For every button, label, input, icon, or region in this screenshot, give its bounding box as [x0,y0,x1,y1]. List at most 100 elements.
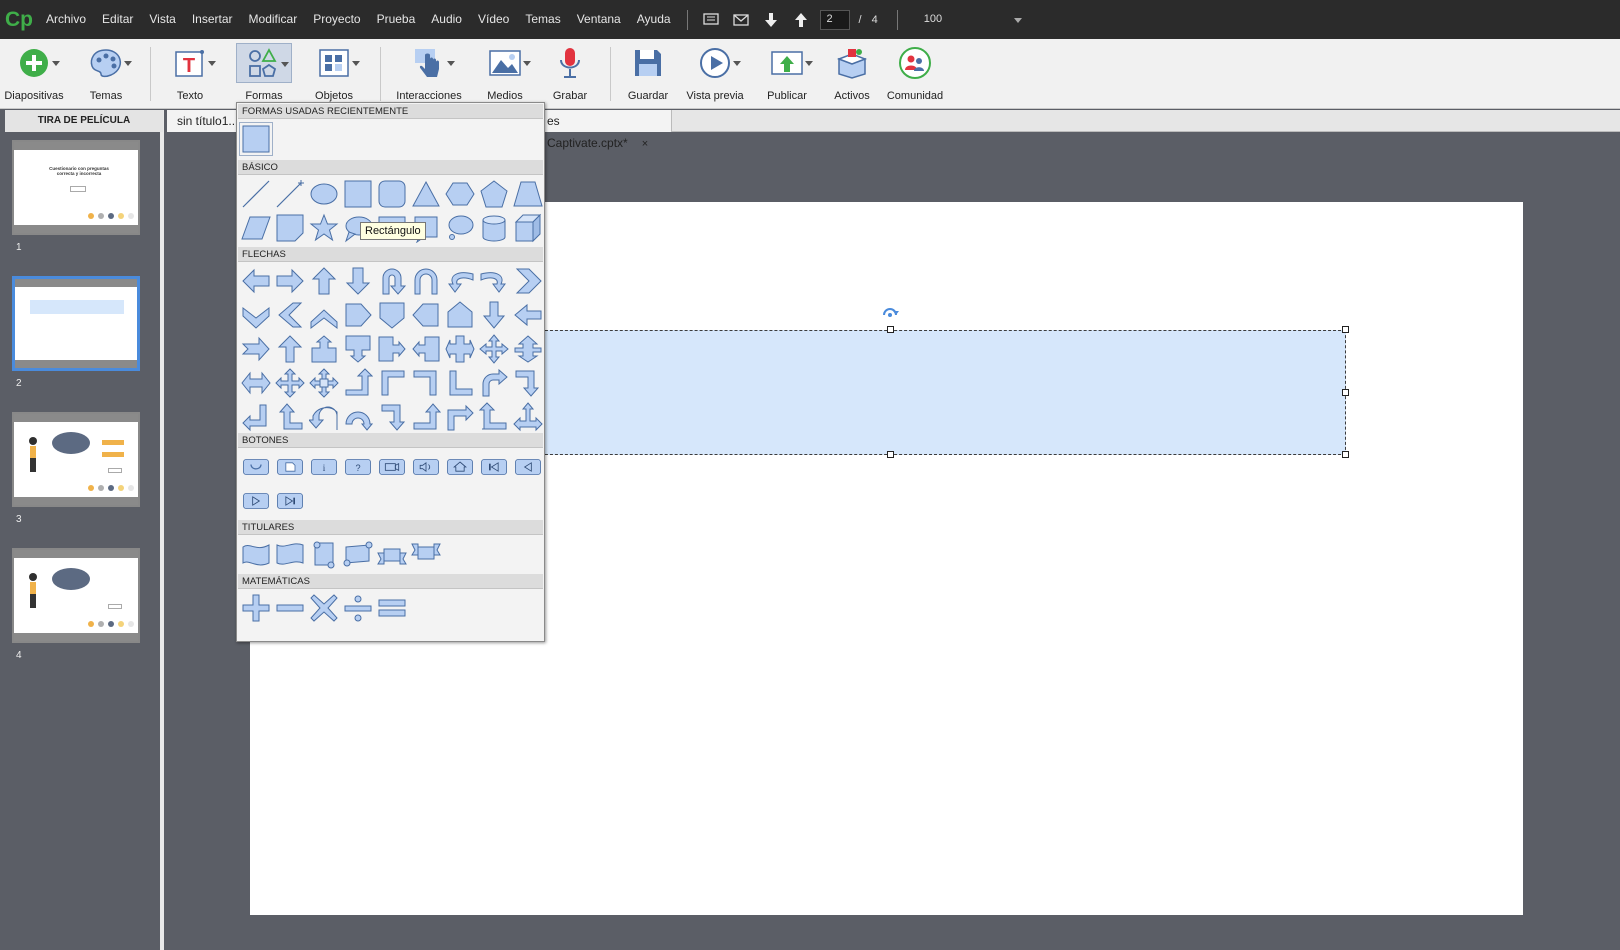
shape-rectangle[interactable] [341,177,375,211]
shape-rounded-rectangle[interactable] [375,177,409,211]
shape-arrow-u-left-icon[interactable] [307,400,341,434]
shape-cube[interactable] [511,211,545,245]
shape-banner-horizontal-scroll-icon[interactable] [341,537,375,571]
shape-button-help-icon[interactable]: ? [341,450,375,484]
shape-button-back-icon[interactable] [511,450,545,484]
menu-ayuda[interactable]: Ayuda [629,0,679,39]
shape-arrow-u-turn-down-icon[interactable] [409,264,443,298]
activos-button[interactable]: Activos [824,39,880,109]
shape-ellipse[interactable] [307,177,341,211]
shape-arrow-bent-left-up-icon[interactable] [273,400,307,434]
shape-rectangle-recent[interactable] [239,122,273,156]
shape-arrow-pentagon-left-icon[interactable] [409,298,443,332]
menu-video[interactable]: Vídeo [470,0,517,39]
shape-arrow-up-down-callout-icon[interactable] [511,332,545,366]
menu-audio[interactable]: Audio [423,0,470,39]
shape-banner-double-wave-icon[interactable] [273,537,307,571]
shape-button-document-icon[interactable] [273,450,307,484]
resize-handle[interactable] [1342,451,1349,458]
shape-arrow-notched-right-icon[interactable] [239,332,273,366]
shape-arrow-line[interactable] [273,177,307,211]
shape-arrow-down-icon[interactable] [341,264,375,298]
resize-handle[interactable] [887,326,894,333]
shape-arrow-corner-up-right-2-icon[interactable] [409,400,443,434]
comunidad-button[interactable]: Comunidad [882,39,948,109]
shape-arrow-corner-up-left-2-icon[interactable] [477,400,511,434]
shape-arrow-curve-down-icon[interactable] [341,400,375,434]
shape-button-end-icon[interactable] [273,484,307,518]
shape-trapezoid[interactable] [511,177,545,211]
menu-vista[interactable]: Vista [141,0,183,39]
shape-arrow-chevron-up-icon[interactable] [307,298,341,332]
rotate-handle-icon[interactable] [880,307,900,323]
shape-arrow-up-notch-icon[interactable] [273,332,307,366]
shape-arrow-up-icon[interactable] [307,264,341,298]
shape-arrow-left-notch-icon[interactable] [511,298,545,332]
shape-math-multiply-icon[interactable] [307,591,341,625]
slide-notes-icon[interactable] [700,10,722,30]
shape-line[interactable] [239,177,273,211]
shape-arrow-callout-up-icon[interactable] [307,332,341,366]
shape-math-minus-icon[interactable] [273,591,307,625]
menu-prueba[interactable]: Prueba [369,0,424,39]
rectangle-shape[interactable] [530,330,1346,455]
shape-arrow-corner-left-down-icon[interactable] [375,400,409,434]
menu-editar[interactable]: Editar [94,0,141,39]
shape-cylinder[interactable] [477,211,511,245]
menu-ventana[interactable]: Ventana [569,0,629,39]
shape-arrow-curved-left-icon[interactable] [443,264,477,298]
next-slide-arrow-icon[interactable] [760,10,782,30]
shape-arrow-pentagon-up-icon[interactable] [443,298,477,332]
shape-arrow-down-notch-icon[interactable] [477,298,511,332]
shape-thought-bubble[interactable] [443,211,477,245]
shape-arrow-return-left-icon[interactable] [239,400,273,434]
shape-banner-ribbon-up-icon[interactable] [375,537,409,571]
shape-button-return-icon[interactable] [239,450,273,484]
shape-button-info-icon[interactable]: i [307,450,341,484]
mail-icon[interactable] [730,10,752,30]
shape-arrow-left-icon[interactable] [239,264,273,298]
publicar-button[interactable]: Publicar [758,39,816,109]
texto-button[interactable]: T Texto [162,39,218,109]
shape-arrow-corner-down-right-icon[interactable] [409,366,443,400]
zoom-select[interactable]: 100 [916,10,1026,30]
shape-banner-vertical-scroll-icon[interactable] [307,537,341,571]
grabar-button[interactable]: Grabar [542,39,598,109]
resize-handle[interactable] [1342,389,1349,396]
shape-arrow-chevron-left-icon[interactable] [273,298,307,332]
shape-arrow-callout-right-icon[interactable] [375,332,409,366]
shape-arrow-turn-down-icon[interactable] [511,366,545,400]
shape-arrow-curved-right-icon[interactable] [477,264,511,298]
shape-arrow-four-way-icon[interactable] [273,366,307,400]
menu-temas[interactable]: Temas [517,0,568,39]
shape-arrow-corner-up-left-icon[interactable] [375,366,409,400]
shape-arrow-pentagon-icon[interactable] [341,298,375,332]
shape-banner-ribbon-down-icon[interactable] [409,537,443,571]
shape-button-beginning-icon[interactable] [477,450,511,484]
slide-thumbnail-2[interactable] [12,276,140,371]
shape-hexagon[interactable] [443,177,477,211]
shape-arrow-corner-down-left-icon[interactable] [443,366,477,400]
shape-arrow-left-right-up-icon[interactable] [443,332,477,366]
shape-arrow-callout-down-icon[interactable] [341,332,375,366]
shape-parallelogram[interactable] [239,211,273,245]
shape-button-forward-icon[interactable] [239,484,273,518]
shape-arrow-three-way-icon[interactable] [511,400,545,434]
resize-handle[interactable] [1342,326,1349,333]
shape-arrow-bent-up-icon[interactable] [341,366,375,400]
shape-arrow-right-icon[interactable] [273,264,307,298]
shape-arrow-bent-right-icon[interactable] [443,400,477,434]
shape-arrow-callout-left-icon[interactable] [409,332,443,366]
shape-arrow-pentagon-down-icon[interactable] [375,298,409,332]
slide-thumbnail-3[interactable] [12,412,140,507]
close-icon[interactable]: × [642,138,648,150]
shape-pentagon[interactable] [477,177,511,211]
shape-button-movie-icon[interactable] [375,450,409,484]
slide-thumbnail-1[interactable]: Cuestionario con preguntas correcta y in… [12,140,140,235]
shape-arrow-chevron-icon[interactable] [511,264,545,298]
shape-snip-rectangle[interactable] [273,211,307,245]
medios-button[interactable]: Medios [476,39,534,109]
shape-math-divide-icon[interactable] [341,591,375,625]
shape-arrow-u-turn-icon[interactable] [375,264,409,298]
shape-arrow-curve-right-icon[interactable] [477,366,511,400]
